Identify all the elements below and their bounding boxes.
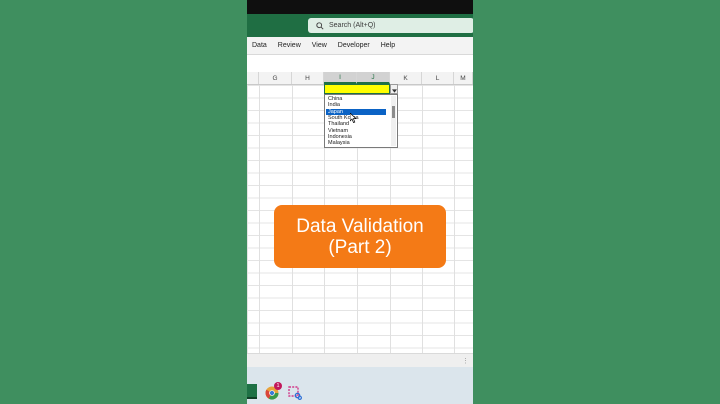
- mouse-cursor-icon: [349, 110, 357, 128]
- column-header-h[interactable]: H: [292, 72, 324, 84]
- dropdown-scroll-thumb[interactable]: [392, 106, 395, 118]
- search-bar: Search (Alt+Q): [247, 14, 473, 37]
- right-background: [473, 0, 720, 404]
- column-header-j[interactable]: J: [357, 72, 390, 84]
- dropdown-scrollbar[interactable]: [391, 96, 396, 146]
- dropdown-option-malaysia[interactable]: Malaysia: [326, 140, 386, 146]
- tab-review[interactable]: Review: [278, 42, 301, 49]
- scrollbar-grip-icon: ⋮: [462, 358, 469, 365]
- formula-area: [247, 56, 473, 72]
- notification-badge: 1: [274, 382, 282, 390]
- column-header-g[interactable]: G: [259, 72, 292, 84]
- tab-help[interactable]: Help: [381, 42, 395, 49]
- column-header-m[interactable]: M: [454, 72, 473, 84]
- excel-app-icon[interactable]: [247, 384, 257, 404]
- tab-developer[interactable]: Developer: [338, 42, 370, 49]
- tab-view[interactable]: View: [312, 42, 327, 49]
- search-icon: [316, 21, 324, 30]
- excel-window: Search (Alt+Q) Data Review View Develope…: [247, 0, 473, 404]
- column-header-l[interactable]: L: [422, 72, 454, 84]
- snipping-tool-icon[interactable]: [288, 386, 302, 404]
- dropdown-arrow-button[interactable]: [390, 84, 398, 94]
- column-header-i[interactable]: I: [324, 72, 357, 84]
- search-box[interactable]: Search (Alt+Q): [308, 18, 473, 33]
- title-overlay-badge: Data Validation (Part 2): [274, 205, 446, 268]
- left-background: [0, 0, 247, 404]
- tab-data[interactable]: Data: [252, 42, 267, 49]
- overlay-title: Data Validation: [296, 215, 424, 237]
- active-cell[interactable]: [324, 84, 390, 94]
- title-bar: [247, 0, 473, 14]
- column-header-spacer: [247, 72, 259, 84]
- horizontal-scrollbar[interactable]: ⋮: [247, 353, 473, 368]
- taskbar: 1: [247, 367, 473, 404]
- grid-column-line: [259, 85, 260, 353]
- search-placeholder: Search (Alt+Q): [329, 22, 376, 29]
- overlay-subtitle: (Part 2): [328, 236, 392, 258]
- grid-column-line: [454, 85, 455, 353]
- ribbon-tabs: Data Review View Developer Help: [247, 37, 473, 55]
- dropdown-list[interactable]: China India Japan South Korea Thailand V…: [324, 94, 398, 148]
